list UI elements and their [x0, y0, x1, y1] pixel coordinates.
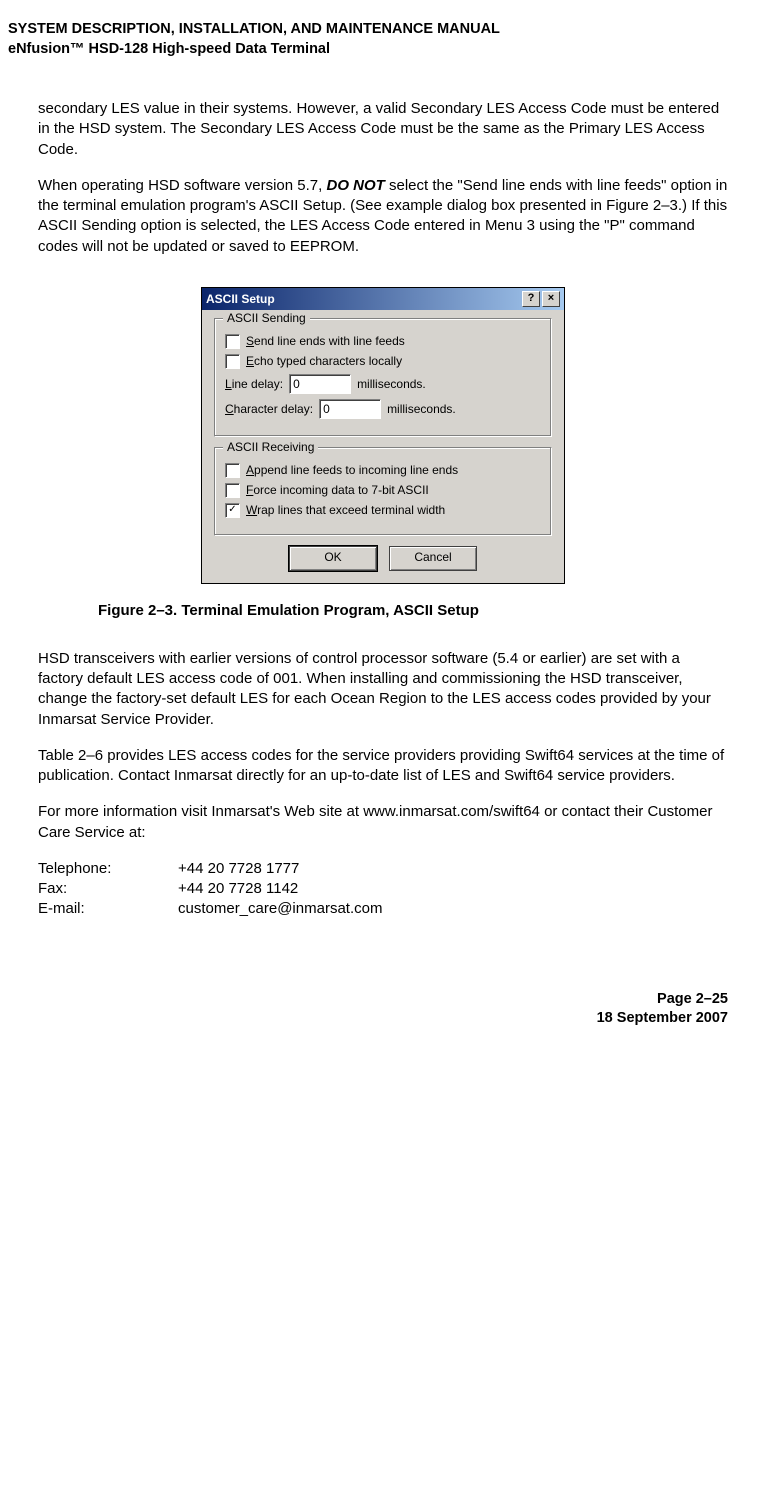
dialog-title: ASCII Setup — [206, 292, 275, 306]
figure-caption: Figure 2–3. Terminal Emulation Program, … — [98, 602, 728, 619]
force-7bit-label: Force incoming data to 7-bit ASCII — [246, 483, 429, 497]
line-delay-units: milliseconds. — [357, 377, 426, 391]
append-lf-label: Append line feeds to incoming line ends — [246, 463, 458, 477]
help-icon[interactable]: ? — [522, 291, 540, 307]
do-not-emphasis: DO NOT — [326, 177, 384, 194]
ascii-sending-label: ASCII Sending — [223, 311, 310, 325]
send-line-ends-label: Send line ends with line feeds — [246, 334, 405, 348]
ascii-setup-dialog: ASCII Setup ? × ASCII Sending Send line … — [201, 287, 565, 584]
paragraph-5: For more information visit Inmarsat's We… — [38, 802, 728, 843]
email-value: customer_care@inmarsat.com — [178, 899, 382, 919]
paragraph-3: HSD transceivers with earlier versions o… — [38, 649, 728, 730]
page-footer: Page 2–25 18 September 2007 — [38, 990, 728, 1029]
paragraph-2a: When operating HSD software version 5.7, — [38, 177, 326, 194]
fax-label: Fax: — [38, 879, 178, 899]
close-icon[interactable]: × — [542, 291, 560, 307]
telephone-value: +44 20 7728 1777 — [178, 859, 299, 879]
footer-page: Page 2–25 — [38, 990, 728, 1010]
char-delay-label: Character delay: — [225, 402, 313, 416]
paragraph-2: When operating HSD software version 5.7,… — [38, 176, 728, 257]
paragraph-1: secondary LES value in their systems. Ho… — [38, 99, 728, 160]
line-delay-label: Line delay: — [225, 377, 283, 391]
email-label: E-mail: — [38, 899, 178, 919]
fax-value: +44 20 7728 1142 — [178, 879, 298, 899]
figure-2-3: ASCII Setup ? × ASCII Sending Send line … — [38, 287, 728, 619]
footer-date: 18 September 2007 — [38, 1009, 728, 1029]
header-line2: eNfusion™ HSD-128 High-speed Data Termin… — [8, 40, 728, 60]
ok-button[interactable]: OK — [289, 546, 377, 571]
force-7bit-checkbox[interactable] — [225, 483, 240, 498]
send-line-ends-checkbox[interactable] — [225, 334, 240, 349]
wrap-lines-label: Wrap lines that exceed terminal width — [246, 503, 445, 517]
dialog-titlebar: ASCII Setup ? × — [202, 288, 564, 310]
contact-block: Telephone: +44 20 7728 1777 Fax: +44 20 … — [38, 859, 728, 920]
char-delay-units: milliseconds. — [387, 402, 456, 416]
wrap-lines-checkbox[interactable]: ✓ — [225, 503, 240, 518]
telephone-label: Telephone: — [38, 859, 178, 879]
echo-typed-label: Echo typed characters locally — [246, 354, 402, 368]
line-delay-input[interactable]: 0 — [289, 374, 351, 394]
page-header: SYSTEM DESCRIPTION, INSTALLATION, AND MA… — [8, 20, 728, 59]
char-delay-input[interactable]: 0 — [319, 399, 381, 419]
ascii-sending-group: ASCII Sending Send line ends with line f… — [214, 318, 552, 437]
ascii-receiving-label: ASCII Receiving — [223, 440, 318, 454]
paragraph-4: Table 2–6 provides LES access codes for … — [38, 746, 728, 787]
append-lf-checkbox[interactable] — [225, 463, 240, 478]
cancel-button[interactable]: Cancel — [389, 546, 477, 571]
ascii-receiving-group: ASCII Receiving Append line feeds to inc… — [214, 447, 552, 536]
echo-typed-checkbox[interactable] — [225, 354, 240, 369]
header-line1: SYSTEM DESCRIPTION, INSTALLATION, AND MA… — [8, 20, 728, 40]
